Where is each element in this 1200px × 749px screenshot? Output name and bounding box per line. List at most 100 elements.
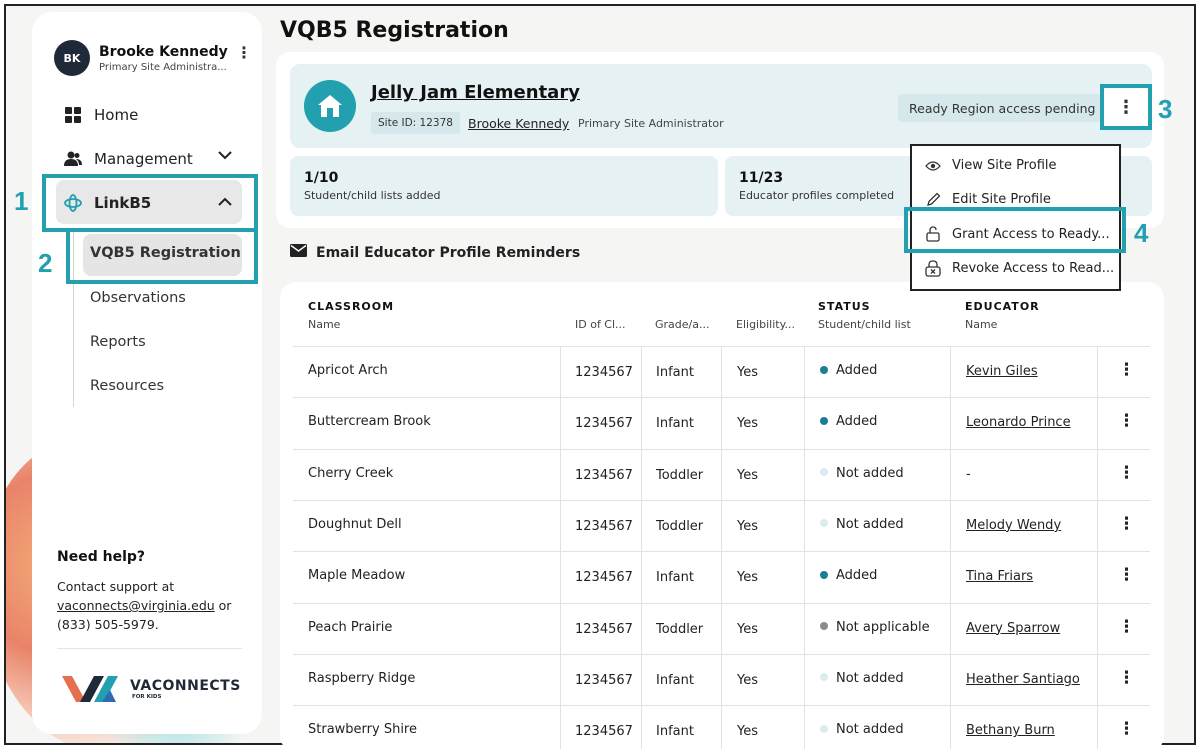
row-actions-kebab-icon[interactable]: ⋮ <box>1118 514 1135 534</box>
table-row[interactable]: Raspberry Ridge 1234567 Infant Yes Not added… <box>293 653 1150 706</box>
cell-status: Not added <box>820 722 904 737</box>
column-divider <box>1097 603 1098 655</box>
cell-status: Not added <box>820 517 904 532</box>
cell-classroom-id: 1234567 <box>575 416 633 432</box>
cell-classroom-name: Buttercream Brook <box>308 414 431 430</box>
home-grid-icon <box>64 106 82 124</box>
table-row[interactable]: Maple Meadow 1234567 Infant Yes Added Tina Fr… <box>293 551 1150 604</box>
status-text: Not added <box>836 465 904 481</box>
col-eligibility[interactable]: Eligibility... <box>736 300 795 331</box>
status-dot-icon <box>820 365 828 374</box>
nav-management-label: Management <box>94 150 193 168</box>
cell-educator-link[interactable]: Tina Friars <box>966 569 1033 584</box>
menu-revoke-access[interactable]: Revoke Access to Read... <box>924 260 1114 277</box>
row-actions-kebab-icon[interactable]: ⋮ <box>1118 617 1135 637</box>
chevron-down-icon[interactable] <box>218 149 232 164</box>
avatar: BK <box>54 40 90 76</box>
site-name-link[interactable]: Jelly Jam Elementary <box>371 82 580 103</box>
column-divider <box>560 449 561 501</box>
nav-home[interactable]: Home <box>64 106 138 124</box>
col-educator[interactable]: EDUCATOR Name <box>965 300 1040 331</box>
cell-educator-link[interactable]: Kevin Giles <box>966 364 1038 379</box>
col-status-title: STATUS <box>818 300 871 313</box>
status-dot-icon <box>820 468 828 477</box>
col-status-sub: Student/child list <box>818 318 911 331</box>
annotation-box-4 <box>904 207 1126 253</box>
annotation-box-1 <box>42 174 258 232</box>
table-row[interactable]: Cherry Creek 1234567 Toddler Yes Not added - ⋮ <box>293 448 1150 501</box>
table-row[interactable]: Strawberry Shire 1234567 Infant Yes Not adde… <box>293 705 1150 749</box>
col-status[interactable]: STATUS Student/child list <box>818 300 911 331</box>
site-admin-link[interactable]: Brooke Kennedy <box>468 116 569 131</box>
cell-educator-link[interactable]: Avery Sparrow <box>966 621 1060 636</box>
cell-classroom-id: 1234567 <box>575 365 633 380</box>
cell-educator-link[interactable]: Heather Santiago <box>966 672 1080 687</box>
col-classroom-sub: Name <box>308 318 341 331</box>
column-divider <box>641 603 642 655</box>
column-divider <box>804 500 805 552</box>
cell-eligibility: Yes <box>737 467 758 483</box>
table-row[interactable]: Buttercream Brook 1234567 Infant Yes Added Le… <box>293 397 1150 450</box>
status-dot-icon <box>820 416 828 425</box>
nav-management[interactable]: Management <box>64 150 193 168</box>
stat-label: Student/child lists added <box>304 189 441 202</box>
cell-educator-link[interactable]: Bethany Burn <box>966 723 1055 738</box>
table-row[interactable]: Apricot Arch 1234567 Infant Yes Added Kevin G… <box>293 346 1150 398</box>
status-dot-icon <box>820 673 828 682</box>
column-divider <box>950 449 951 501</box>
cell-classroom-id: 1234567 <box>575 570 633 586</box>
cell-classroom-name: Cherry Creek <box>308 465 394 481</box>
status-text: Added <box>836 414 878 430</box>
col-classroom[interactable]: CLASSROOM Name <box>308 300 394 331</box>
support-email-link[interactable]: vaconnects@virginia.edu <box>57 598 215 613</box>
cell-educator-link[interactable]: Leonardo Prince <box>966 415 1071 430</box>
column-divider <box>1097 347 1098 398</box>
col-grade[interactable]: Grade/a... <box>655 300 709 331</box>
table-row[interactable]: Doughnut Dell 1234567 Toddler Yes Not added M… <box>293 499 1150 552</box>
row-actions-kebab-icon[interactable]: ⋮ <box>1118 463 1135 483</box>
col-grade-label: Grade/a... <box>655 318 710 331</box>
cell-educator-link[interactable]: Melody Wendy <box>966 518 1061 533</box>
cell-eligibility: Yes <box>737 416 758 432</box>
col-id[interactable]: ID of Cl... <box>575 300 626 331</box>
nav-home-label: Home <box>94 106 139 124</box>
help-text: Contact support at vaconnects@virginia.e… <box>57 577 247 634</box>
table-row[interactable]: Peach Prairie 1234567 Toddler Yes Not applic… <box>293 602 1150 655</box>
row-actions-kebab-icon[interactable]: ⋮ <box>1118 668 1135 688</box>
cell-classroom-name: Raspberry Ridge <box>308 670 416 686</box>
column-divider <box>804 706 805 749</box>
email-reminders-label: Email Educator Profile Reminders <box>316 244 581 261</box>
row-actions-kebab-icon[interactable]: ⋮ <box>1118 360 1135 380</box>
cell-grade: Infant <box>656 570 694 586</box>
sidebar: BK Brooke Kennedy Primary Site Administr… <box>32 12 262 734</box>
status-text: Not added <box>836 516 904 532</box>
menu-edit-site-profile[interactable]: Edit Site Profile <box>924 192 1051 207</box>
cell-classroom-id: 1234567 <box>575 518 633 534</box>
email-reminders-button[interactable]: Email Educator Profile Reminders <box>290 244 580 261</box>
column-divider <box>950 398 951 450</box>
menu-item-label: Revoke Access to Read... <box>952 261 1115 276</box>
cell-classroom-id: 1234567 <box>575 724 633 740</box>
status-dot-icon <box>820 724 828 733</box>
row-actions-kebab-icon[interactable]: ⋮ <box>1118 565 1135 585</box>
row-actions-kebab-icon[interactable]: ⋮ <box>1118 719 1135 739</box>
annotation-label-2: 2 <box>38 248 53 278</box>
user-role: Primary Site Administra... <box>99 61 227 73</box>
column-divider <box>804 552 805 604</box>
col-classroom-title: CLASSROOM <box>308 300 395 313</box>
envelope-icon <box>290 244 307 261</box>
row-actions-kebab-icon[interactable]: ⋮ <box>1118 411 1135 431</box>
column-divider <box>1097 500 1098 552</box>
cell-eligibility: Yes <box>737 621 758 637</box>
user-menu-icon[interactable]: ⋮ <box>236 45 252 61</box>
subnav-resources[interactable]: Resources <box>90 378 164 394</box>
divider <box>57 648 242 649</box>
column-divider <box>721 706 722 749</box>
site-admin-role: Primary Site Administrator <box>578 117 724 130</box>
menu-view-site-profile[interactable]: View Site Profile <box>924 158 1057 173</box>
column-divider <box>721 552 722 604</box>
subnav-observations[interactable]: Observations <box>90 290 186 306</box>
column-divider <box>560 552 561 604</box>
user-profile[interactable]: BK Brooke Kennedy Primary Site Administr… <box>54 40 228 76</box>
subnav-reports[interactable]: Reports <box>90 334 146 350</box>
